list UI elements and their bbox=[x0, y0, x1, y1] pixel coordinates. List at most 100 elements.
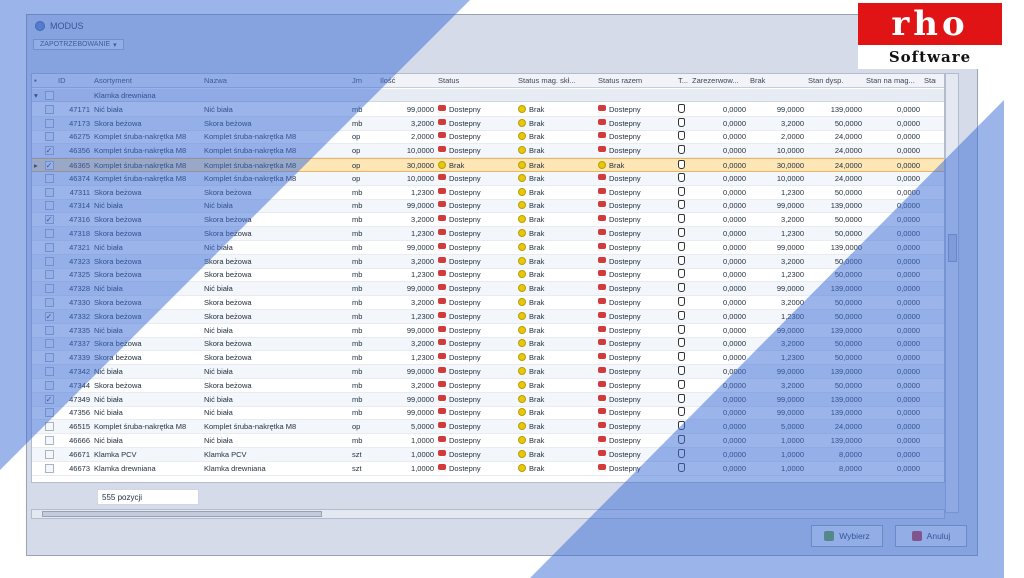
checkbox[interactable] bbox=[44, 104, 54, 114]
row-checkbox[interactable]: ✓ bbox=[42, 394, 56, 404]
table-row[interactable]: 47328 Nić biała Nić biała mb 99,0000 Dostepny… bbox=[32, 282, 944, 297]
checkbox[interactable] bbox=[44, 339, 54, 349]
hand-icon[interactable] bbox=[678, 421, 685, 431]
hand-icon[interactable] bbox=[678, 186, 685, 196]
hand-icon[interactable] bbox=[678, 103, 685, 113]
row-checkbox[interactable] bbox=[42, 449, 56, 459]
header-status-razem[interactable]: Status razem bbox=[596, 74, 676, 88]
table-row[interactable]: 46666 Nić biała Nić biała mb 1,0000 Dostepny B… bbox=[32, 434, 944, 448]
table-row[interactable]: 46671 Klamka PCV Klamka PCV szt 1,0000 Dostep… bbox=[32, 447, 944, 462]
hand-icon[interactable] bbox=[678, 283, 685, 293]
header-ilosc[interactable]: Ilość bbox=[378, 74, 436, 88]
hand-icon[interactable] bbox=[678, 255, 685, 265]
hand-icon[interactable] bbox=[678, 269, 685, 279]
hand-icon[interactable] bbox=[678, 407, 685, 417]
row-checkbox[interactable]: ✓ bbox=[42, 146, 56, 156]
row-checkbox[interactable]: ✓ bbox=[42, 160, 56, 170]
hand-icon[interactable] bbox=[678, 131, 685, 141]
checkbox[interactable] bbox=[44, 229, 54, 239]
hand-icon[interactable] bbox=[678, 338, 685, 348]
hand-icon[interactable] bbox=[678, 117, 685, 127]
row-checkbox[interactable] bbox=[42, 270, 56, 280]
hand-icon[interactable] bbox=[678, 462, 685, 472]
group-expand-icon[interactable]: ▾ bbox=[32, 91, 42, 100]
header-status-mag[interactable]: Status mag. skł... bbox=[516, 74, 596, 88]
table-row[interactable]: 47335 Nić biała Nić biała mb 99,0000 Dostepny… bbox=[32, 324, 944, 338]
header-t[interactable]: T... bbox=[676, 74, 690, 88]
filter-chip[interactable]: ZAPOTRZEBOWANIE ▾ bbox=[33, 39, 124, 50]
row-checkbox[interactable] bbox=[42, 256, 56, 266]
header-jm[interactable]: Jm bbox=[350, 74, 378, 88]
hand-icon[interactable] bbox=[678, 352, 685, 362]
hand-icon[interactable] bbox=[678, 297, 685, 307]
checkbox[interactable] bbox=[44, 132, 54, 142]
checkbox[interactable]: ✓ bbox=[44, 146, 54, 156]
table-row[interactable]: 47342 Nić biała Nić biała mb 99,0000 Dostepny… bbox=[32, 365, 944, 379]
table-row[interactable]: ✓ 47349 Nić biała Nić biała mb 99,0000 Dostepn… bbox=[32, 392, 944, 407]
header-stan-na-mag[interactable]: Stan na mag... bbox=[864, 74, 922, 88]
hand-icon[interactable] bbox=[678, 393, 685, 403]
table-row[interactable]: 47330 Skora beżowa Skora beżowa mb 3,2000 Dos… bbox=[32, 296, 944, 310]
checkbox[interactable]: ✓ bbox=[44, 311, 54, 321]
horizontal-scroll-thumb[interactable] bbox=[42, 511, 322, 517]
hand-icon[interactable] bbox=[678, 324, 685, 334]
hand-icon[interactable] bbox=[678, 379, 685, 389]
header-status[interactable]: Status bbox=[436, 74, 516, 88]
hand-icon[interactable] bbox=[678, 241, 685, 251]
checkbox[interactable] bbox=[44, 187, 54, 197]
row-checkbox[interactable] bbox=[42, 325, 56, 335]
row-checkbox[interactable]: ✓ bbox=[42, 215, 56, 225]
hand-icon[interactable] bbox=[678, 172, 685, 182]
checkbox[interactable] bbox=[44, 284, 54, 294]
checkbox[interactable] bbox=[44, 353, 54, 363]
row-checkbox[interactable] bbox=[42, 284, 56, 294]
table-row[interactable]: ✓ 46356 Komplet śruba-nakrętka M8 Komplet ś… bbox=[32, 144, 944, 159]
row-checkbox[interactable] bbox=[42, 436, 56, 446]
checkbox[interactable] bbox=[44, 449, 54, 459]
row-checkbox[interactable] bbox=[42, 380, 56, 390]
header-asortyment[interactable]: Asortyment bbox=[92, 74, 202, 88]
row-checkbox[interactable] bbox=[42, 463, 56, 473]
hand-icon[interactable] bbox=[678, 310, 685, 320]
horizontal-scrollbar[interactable] bbox=[31, 509, 945, 519]
table-row[interactable]: 47311 Skora beżowa Skora beżowa mb 1,2300 Dos… bbox=[32, 186, 944, 200]
checkbox[interactable]: ✓ bbox=[44, 394, 54, 404]
hand-icon[interactable] bbox=[678, 200, 685, 210]
table-row[interactable]: 47173 Skora beżowa Skora beżowa mb 3,2000 Dos… bbox=[32, 116, 944, 131]
header-stan-dysp[interactable]: Stan dysp. bbox=[806, 74, 864, 88]
table-row[interactable]: ✓ 47332 Skora beżowa Skora beżowa mb 1,2300 Do… bbox=[32, 309, 944, 324]
checkbox[interactable] bbox=[44, 408, 54, 418]
row-checkbox[interactable]: ✓ bbox=[42, 311, 56, 321]
table-row[interactable]: 47318 Skora beżowa Skora beżowa mb 1,2300 Dos… bbox=[32, 227, 944, 241]
table-row[interactable]: 47325 Skora beżowa Skora beżowa mb 1,2300 Dos… bbox=[32, 269, 944, 283]
table-row[interactable]: 47314 Nić biała Nić biała mb 99,0000 Dostepny… bbox=[32, 199, 944, 214]
hand-icon[interactable] bbox=[678, 159, 685, 169]
checkbox[interactable] bbox=[44, 242, 54, 252]
header-stan[interactable]: Stan bbox=[922, 74, 936, 88]
table-row[interactable]: 47171 Nić biała Nić biała mb 99,0000 Dostepny… bbox=[32, 103, 944, 117]
checkbox[interactable] bbox=[44, 201, 54, 211]
table-row[interactable]: 47344 Skora beżowa Skora beżowa mb 3,2000 Dos… bbox=[32, 379, 944, 393]
hand-icon[interactable] bbox=[678, 448, 685, 458]
table-row[interactable]: 47321 Nić biała Nić biała mb 99,0000 Dostepny… bbox=[32, 241, 944, 255]
table-row[interactable]: 47356 Nić biała Nić biała mb 99,0000 Dostepny… bbox=[32, 407, 944, 421]
checkbox[interactable] bbox=[44, 118, 54, 128]
row-checkbox[interactable] bbox=[42, 229, 56, 239]
checkbox[interactable] bbox=[44, 270, 54, 280]
hand-icon[interactable] bbox=[678, 228, 685, 238]
checkbox[interactable] bbox=[44, 298, 54, 308]
header-id[interactable]: ID bbox=[56, 74, 92, 88]
select-button[interactable]: Wybierz bbox=[811, 525, 883, 547]
row-checkbox[interactable] bbox=[42, 187, 56, 197]
checkbox[interactable] bbox=[44, 325, 54, 335]
table-row[interactable]: ▸ ✓ 46365 Komplet śruba-nakrętka M8 Komplet … bbox=[32, 158, 944, 172]
vertical-scroll-thumb[interactable] bbox=[948, 234, 957, 262]
table-row[interactable]: 46275 Komplet śruba-nakrętka M8 Komplet śr… bbox=[32, 131, 944, 145]
row-checkbox[interactable] bbox=[42, 173, 56, 183]
table-row[interactable]: 47323 Skora beżowa Skora beżowa mb 3,2000 Dos… bbox=[32, 254, 944, 269]
table-row[interactable]: 46374 Komplet śruba-nakrętka M8 Komplet śr… bbox=[32, 171, 944, 186]
vertical-scrollbar[interactable] bbox=[945, 73, 959, 513]
table-row[interactable]: 46673 Klamka drewniana Klamka drewniana szt… bbox=[32, 462, 944, 476]
row-checkbox[interactable] bbox=[42, 422, 56, 432]
row-checkbox[interactable] bbox=[42, 201, 56, 211]
